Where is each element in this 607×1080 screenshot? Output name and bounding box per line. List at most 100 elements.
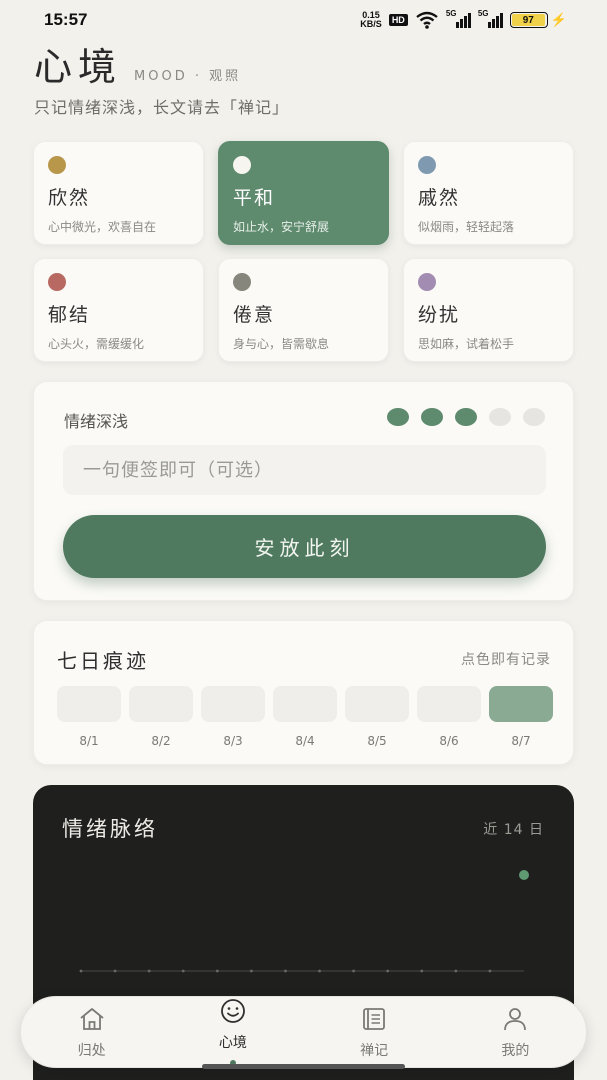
charging-bolt-icon: ⚡: [550, 12, 567, 27]
wifi-icon: [416, 11, 438, 29]
intensity-dot[interactable]: [421, 408, 443, 426]
trend-range[interactable]: 近 14 日: [483, 819, 544, 839]
day-item[interactable]: 8/3: [201, 686, 265, 748]
save-mood-button[interactable]: 安放此刻: [63, 515, 546, 578]
mood-card[interactable]: 戚然 似烟雨，轻轻起落: [403, 141, 574, 245]
day-item[interactable]: 8/4: [273, 686, 337, 748]
intensity-dot[interactable]: [523, 408, 545, 426]
bottom-tab-bar: 归处 心境 禅记 我的: [20, 996, 587, 1068]
chart-empty-day-marker: [284, 969, 287, 973]
home-indicator: [202, 1064, 405, 1069]
chart-empty-day-marker: [181, 969, 185, 973]
chart-empty-day-marker: [318, 969, 321, 973]
day-label: 8/5: [367, 734, 387, 748]
day-cell: [345, 686, 409, 722]
chart-empty-day-marker: [113, 969, 117, 973]
day-label: 8/7: [511, 734, 531, 748]
mood-color-dot: [48, 273, 66, 291]
tab-label: 归处: [77, 1043, 106, 1059]
mood-color-dot: [48, 156, 66, 174]
signal-network-label: 5G: [477, 8, 489, 18]
mood-color-dot: [418, 273, 436, 291]
mood-description: 身与心，皆需歇息: [233, 337, 330, 351]
intensity-dot[interactable]: [489, 408, 511, 426]
trend-title: 情绪脉络: [62, 817, 158, 841]
day-label: 8/1: [79, 734, 99, 748]
week-title: 七日痕迹: [57, 649, 149, 673]
mood-description: 思如麻，试着松手: [418, 337, 515, 351]
mood-card[interactable]: 郁结 心头火，需缓缓化: [33, 258, 204, 362]
chart-empty-day-marker: [249, 969, 253, 973]
signal-strength-icon: 5G: [478, 9, 503, 28]
chart-empty-day-marker: [215, 969, 219, 973]
day-cell: [489, 686, 553, 722]
tab-mood[interactable]: 心境: [178, 996, 288, 1066]
day-item[interactable]: 8/2: [129, 686, 193, 748]
day-item[interactable]: 8/5: [345, 686, 409, 748]
tab-profile[interactable]: 我的: [460, 1004, 570, 1060]
chart-data-point[interactable]: [519, 870, 529, 880]
intensity-label: 情绪深浅: [64, 412, 129, 431]
hd-voice-badge: HD: [388, 14, 408, 26]
page-tagline: 只记情绪深浅，长文请去「禅记」: [34, 98, 290, 117]
mood-name: 郁结: [48, 304, 91, 326]
day-label: 8/4: [295, 734, 315, 748]
tab-home[interactable]: 归处: [37, 1004, 147, 1060]
battery-icon: 97 ⚡: [509, 12, 567, 28]
page-title: 心境: [34, 45, 123, 89]
status-icons: 0.15 KB/S HD 5G 5G 97 ⚡: [360, 9, 567, 29]
day-cell: [417, 686, 481, 722]
intensity-dot[interactable]: [455, 408, 477, 426]
mood-card[interactable]: 纷扰 思如麻，试着松手: [403, 258, 574, 362]
battery-level: 97: [511, 14, 545, 26]
day-cell: [57, 686, 121, 722]
day-cell: [273, 686, 337, 722]
chart-empty-day-marker: [488, 969, 492, 973]
mood-card[interactable]: 欣然 心中微光，欢喜自在: [33, 141, 204, 245]
mood-description: 心头火，需缓缓化: [48, 337, 145, 351]
mood-description: 如止水，安宁舒展: [233, 220, 330, 234]
mood-name: 戚然: [418, 187, 461, 209]
day-item[interactable]: 8/6: [417, 686, 481, 748]
week-days: 8/1 8/2 8/3 8/4 8/5 8/6 8/7: [57, 686, 553, 748]
chart-empty-day-marker: [454, 969, 458, 973]
network-speed: 0.15 KB/S: [360, 11, 382, 29]
home-icon: [80, 1008, 104, 1030]
day-cell: [129, 686, 193, 722]
mood-name: 平和: [233, 187, 276, 209]
status-time: 15:57: [44, 10, 88, 29]
tab-journal[interactable]: 禅记: [319, 1004, 429, 1060]
mood-color-dot: [233, 273, 251, 291]
signal-strength-icon: 5G: [446, 9, 471, 28]
mood-description: 似烟雨，轻轻起落: [418, 220, 515, 234]
tab-label: 我的: [501, 1043, 530, 1059]
mood-card[interactable]: 平和 如止水，安宁舒展: [218, 141, 389, 245]
intensity-selector: [387, 408, 545, 426]
tab-label: 禅记: [360, 1043, 389, 1059]
journal-icon: [363, 1008, 386, 1030]
mood-name: 倦意: [233, 304, 276, 326]
day-label: 8/6: [439, 734, 459, 748]
network-speed-unit: KB/S: [360, 19, 382, 29]
day-item[interactable]: 8/1: [57, 686, 121, 748]
day-label: 8/3: [223, 734, 243, 748]
page-header: 心境 MOOD · 观照: [34, 36, 241, 91]
intensity-dot[interactable]: [387, 408, 409, 426]
user-icon: [504, 1008, 527, 1031]
page-subtitle: MOOD · 观照: [134, 69, 242, 84]
mood-name: 纷扰: [418, 304, 461, 326]
day-item[interactable]: 8/7: [489, 686, 553, 748]
mood-description: 心中微光，欢喜自在: [48, 220, 157, 234]
mood-color-dot: [233, 156, 251, 174]
week-hint: 点色即有记录: [461, 652, 551, 668]
mood-name: 欣然: [48, 187, 91, 209]
status-bar: 15:57 0.15 KB/S HD 5G 5G 97 ⚡: [0, 0, 607, 40]
week-history-card: 七日痕迹 点色即有记录 8/1 8/2 8/3 8/4 8/5 8/6 8/7: [33, 620, 574, 765]
day-label: 8/2: [151, 734, 171, 748]
mood-card[interactable]: 倦意 身与心，皆需歇息: [218, 258, 389, 362]
day-cell: [201, 686, 265, 722]
chart-empty-day-marker: [147, 969, 151, 973]
intensity-card: 情绪深浅 安放此刻: [33, 381, 574, 601]
tab-label: 心境: [218, 1035, 247, 1051]
note-input[interactable]: [63, 445, 546, 495]
